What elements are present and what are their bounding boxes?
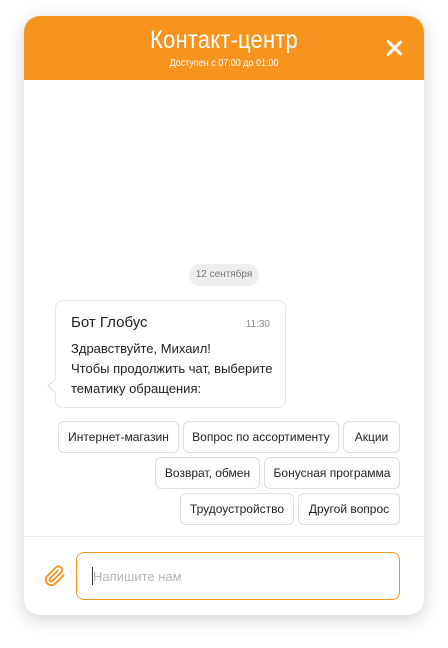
working-hours: Доступен с 07:00 до 01:00 <box>169 58 279 69</box>
text-caret <box>92 567 93 585</box>
topic-button[interactable]: Возврат, обмен <box>155 457 260 489</box>
message-input[interactable] <box>76 552 400 600</box>
message-text: Здравствуйте, Михаил! Чтобы продолжить ч… <box>71 341 273 396</box>
topic-button[interactable]: Трудоустройство <box>180 493 294 525</box>
topic-button[interactable]: Вопрос по ассортименту <box>183 421 339 453</box>
chat-header: Контакт-центр Доступен с 07:00 до 01:00 <box>24 16 424 80</box>
message-sender: Бот Глобус <box>71 314 148 331</box>
bubble-tail-inner <box>49 379 57 393</box>
bot-message: Бот Глобус 11:30 Здравствуйте, Михаил! Ч… <box>55 300 286 408</box>
chat-title: Контакт-центр <box>150 26 298 54</box>
message-time: 11:30 <box>245 319 270 330</box>
date-separator: 12 сентября <box>189 264 259 286</box>
topic-button[interactable]: Акции <box>343 421 400 453</box>
topic-button[interactable]: Другой вопрос <box>298 493 400 525</box>
composer-divider <box>24 536 424 537</box>
topic-button[interactable]: Интернет-магазин <box>58 421 179 453</box>
paperclip-icon[interactable] <box>44 565 66 587</box>
close-icon[interactable] <box>384 38 404 58</box>
topic-button[interactable]: Бонусная программа <box>264 457 400 489</box>
chat-widget: Контакт-центр Доступен с 07:00 до 01:00 … <box>24 16 424 615</box>
